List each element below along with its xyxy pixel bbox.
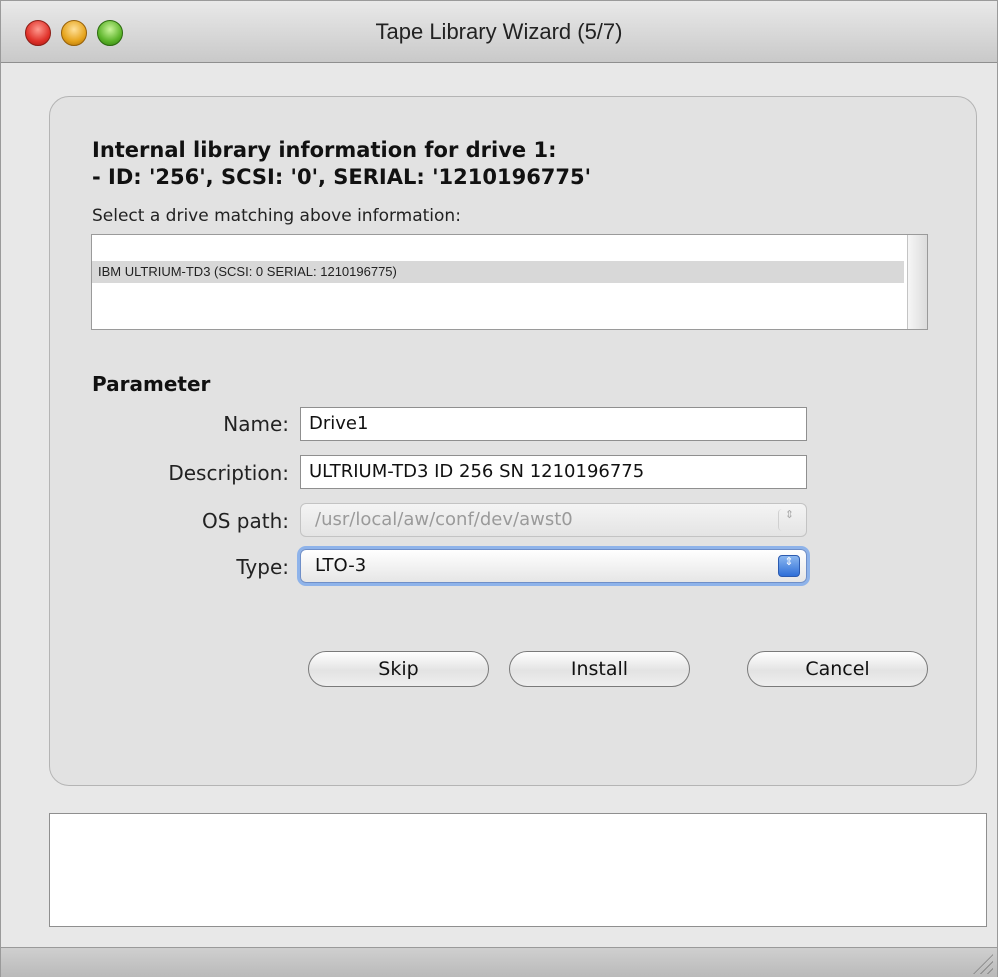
install-button[interactable]: Install — [509, 651, 690, 687]
cancel-button[interactable]: Cancel — [747, 651, 928, 687]
type-value: LTO-3 — [315, 555, 367, 576]
drive-list[interactable]: IBM ULTRIUM-TD3 (SCSI: 0 SERIAL: 1210196… — [91, 234, 928, 330]
skip-button[interactable]: Skip — [308, 651, 489, 687]
type-select[interactable]: LTO-3 ⇕ — [300, 549, 807, 583]
library-info-details: - ID: '256', SCSI: '0', SERIAL: '1210196… — [92, 165, 592, 189]
name-field[interactable]: Drive1 — [300, 407, 807, 441]
popup-arrows-icon: ⇕ — [778, 509, 800, 531]
drive-list-item[interactable]: IBM ULTRIUM-TD3 (SCSI: 0 SERIAL: 1210196… — [92, 261, 904, 283]
wizard-window: Tape Library Wizard (5/7) Internal libra… — [0, 0, 998, 977]
title-bar[interactable]: Tape Library Wizard (5/7) — [1, 1, 997, 63]
resize-grip-icon[interactable] — [973, 954, 993, 974]
window-title: Tape Library Wizard (5/7) — [375, 19, 623, 44]
parameter-section-title: Parameter — [92, 372, 211, 396]
message-area — [49, 813, 987, 927]
name-label: Name: — [223, 412, 289, 436]
drive-list-scrollbar[interactable] — [907, 235, 927, 329]
description-field[interactable]: ULTRIUM-TD3 ID 256 SN 1210196775 — [300, 455, 807, 489]
os-path-select: /usr/local/aw/conf/dev/awst0 ⇕ — [300, 503, 807, 537]
status-bar — [1, 947, 997, 977]
type-label: Type: — [236, 555, 289, 579]
description-label: Description: — [168, 461, 289, 485]
popup-arrows-icon[interactable]: ⇕ — [778, 555, 800, 577]
select-drive-prompt: Select a drive matching above informatio… — [92, 206, 461, 226]
library-info-heading: Internal library information for drive 1… — [92, 138, 557, 162]
os-path-label: OS path: — [201, 509, 289, 533]
os-path-value: /usr/local/aw/conf/dev/awst0 — [315, 509, 573, 530]
